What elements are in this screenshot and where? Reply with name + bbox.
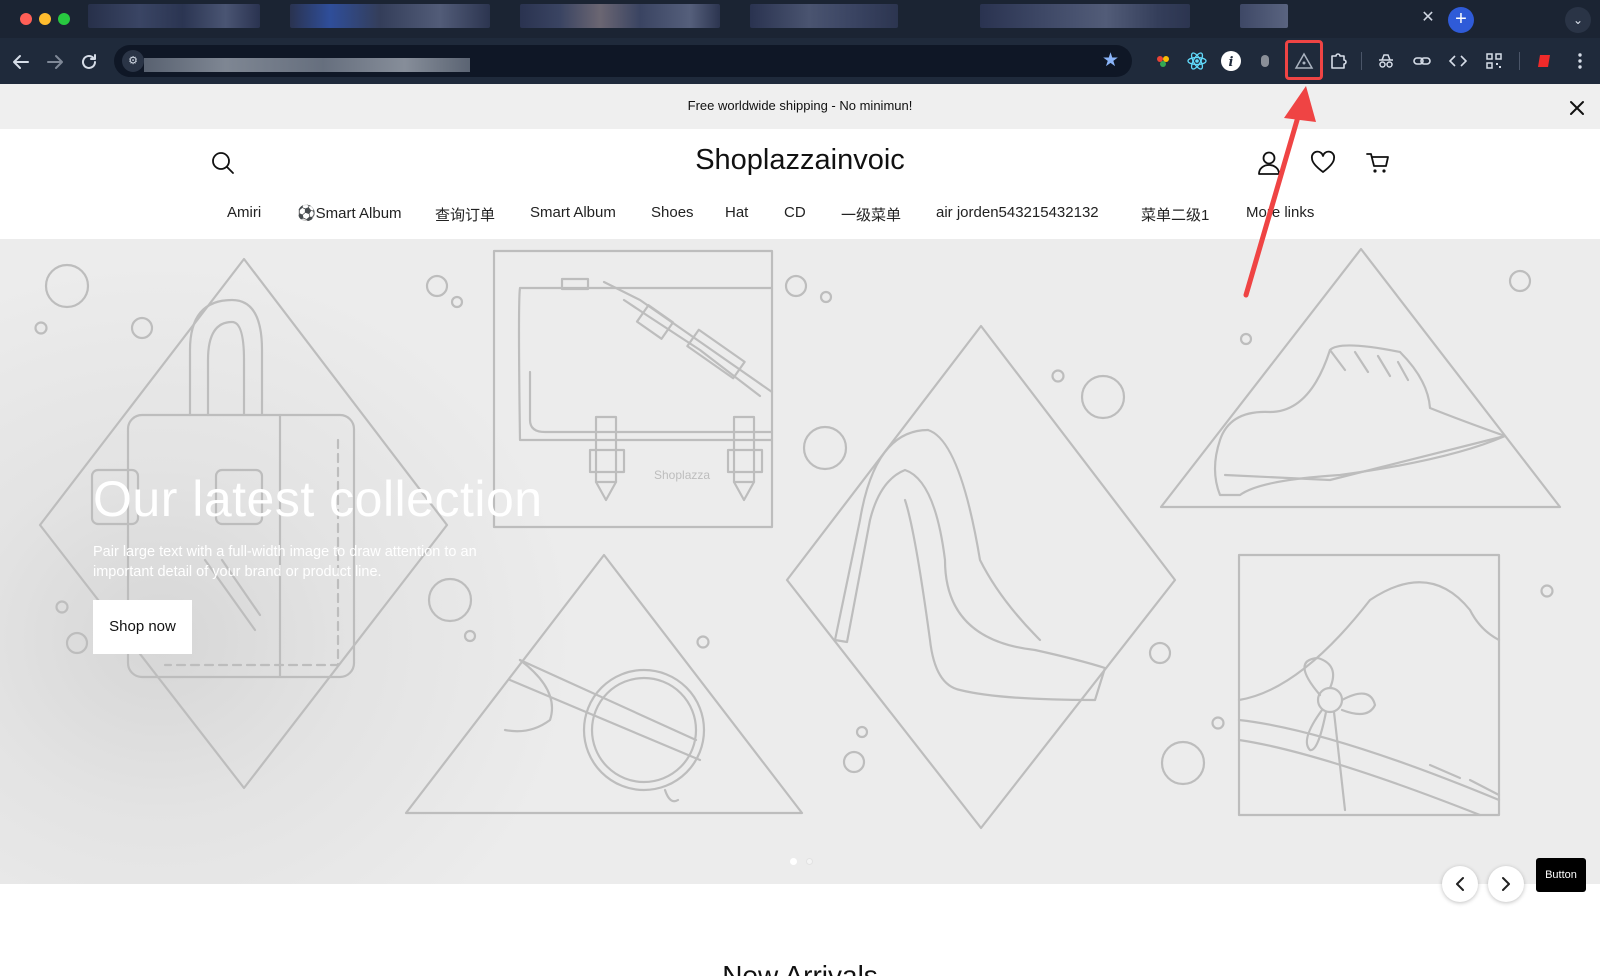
browser-tab[interactable] bbox=[1240, 4, 1288, 28]
bag-watermark-text: Shoplazza bbox=[654, 468, 710, 482]
slide-next-button[interactable] bbox=[1488, 866, 1524, 902]
nav-item-level-one-menu[interactable]: 一级菜单 bbox=[841, 204, 901, 225]
nav-item-cd[interactable]: CD bbox=[784, 204, 806, 221]
browser-tab[interactable] bbox=[88, 4, 260, 28]
window-close-dot[interactable] bbox=[20, 13, 32, 25]
link-icon[interactable] bbox=[1411, 50, 1433, 72]
toolbar-divider bbox=[1361, 52, 1362, 70]
forward-arrow-icon[interactable] bbox=[43, 50, 67, 74]
slide-prev-button[interactable] bbox=[1442, 866, 1478, 902]
red-extension-icon[interactable] bbox=[1533, 50, 1555, 72]
incognito-icon[interactable] bbox=[1375, 50, 1397, 72]
nav-item-hat[interactable]: Hat bbox=[725, 204, 748, 221]
cart-icon[interactable] bbox=[1365, 150, 1391, 176]
qr-code-icon[interactable] bbox=[1483, 50, 1505, 72]
url-text-redacted[interactable] bbox=[144, 58, 470, 72]
nav-item-air-jorden[interactable]: air jorden543215432132 bbox=[936, 204, 1099, 221]
browser-tab[interactable] bbox=[290, 4, 490, 28]
user-icon[interactable] bbox=[1256, 150, 1282, 176]
react-devtools-icon[interactable] bbox=[1186, 50, 1208, 72]
chevron-left-icon bbox=[1456, 877, 1464, 891]
tab-close-icon[interactable]: ✕ bbox=[1418, 8, 1438, 28]
browser-tab[interactable] bbox=[980, 4, 1190, 28]
svg-text:i: i bbox=[1229, 55, 1234, 70]
hero-title: Our latest collection bbox=[93, 471, 543, 527]
browser-tab[interactable] bbox=[750, 4, 898, 28]
chevron-right-icon bbox=[1502, 877, 1510, 891]
nav-item-amiri[interactable]: Amiri bbox=[227, 204, 261, 221]
floating-button[interactable]: Button bbox=[1536, 858, 1586, 892]
kebab-menu-icon[interactable] bbox=[1569, 50, 1591, 72]
code-icon[interactable] bbox=[1447, 50, 1469, 72]
grey-pill-extension-icon[interactable] bbox=[1254, 50, 1276, 72]
new-tab-button[interactable]: + bbox=[1448, 7, 1474, 33]
nav-item-more-links[interactable]: More links bbox=[1246, 204, 1314, 221]
shop-now-button[interactable]: Shop now bbox=[93, 600, 192, 654]
store-logo-title[interactable]: Shoplazzainvoic bbox=[600, 144, 1000, 177]
screen: ✕ + ⌄ ⚙ ★ i Free worldwide shipping - No… bbox=[0, 0, 1600, 976]
window-minimize-dot[interactable] bbox=[39, 13, 51, 25]
back-arrow-icon[interactable] bbox=[9, 50, 33, 74]
info-extension-icon[interactable]: i bbox=[1220, 50, 1242, 72]
extension-highlight-box bbox=[1285, 40, 1323, 80]
browser-tab[interactable] bbox=[520, 4, 720, 28]
close-icon[interactable] bbox=[1565, 96, 1589, 120]
site-info-icon[interactable]: ⚙ bbox=[122, 50, 144, 72]
slide-dot[interactable] bbox=[806, 858, 813, 865]
search-icon[interactable] bbox=[210, 150, 236, 176]
hero-description: Pair large text with a full-width image … bbox=[93, 544, 477, 580]
announcement-text: Free worldwide shipping - No minimun! bbox=[687, 98, 913, 113]
new-arrivals-heading: New Arrivals bbox=[722, 960, 878, 976]
nav-item-shoes[interactable]: Shoes bbox=[651, 204, 694, 221]
puzzle-extensions-icon[interactable] bbox=[1327, 50, 1349, 72]
toolbar-divider bbox=[1519, 52, 1520, 70]
nav-item-smart-album-ball[interactable]: ⚽Smart Album bbox=[297, 204, 402, 222]
star-icon[interactable]: ★ bbox=[1102, 50, 1119, 72]
heart-icon[interactable] bbox=[1310, 150, 1336, 176]
tab-search-chevron-icon[interactable]: ⌄ bbox=[1565, 7, 1591, 33]
nav-item-smart-album[interactable]: Smart Album bbox=[530, 204, 616, 221]
nav-item-submenu-level-two[interactable]: 菜单二级1 bbox=[1141, 204, 1209, 225]
reload-icon[interactable] bbox=[77, 50, 101, 74]
colorful-extension-icon[interactable] bbox=[1152, 50, 1174, 72]
nav-item-order-lookup[interactable]: 查询订单 bbox=[435, 204, 495, 225]
browser-tab-strip: ✕ + ⌄ bbox=[0, 0, 1600, 38]
window-zoom-dot[interactable] bbox=[58, 13, 70, 25]
slide-dot-active[interactable] bbox=[790, 858, 797, 865]
